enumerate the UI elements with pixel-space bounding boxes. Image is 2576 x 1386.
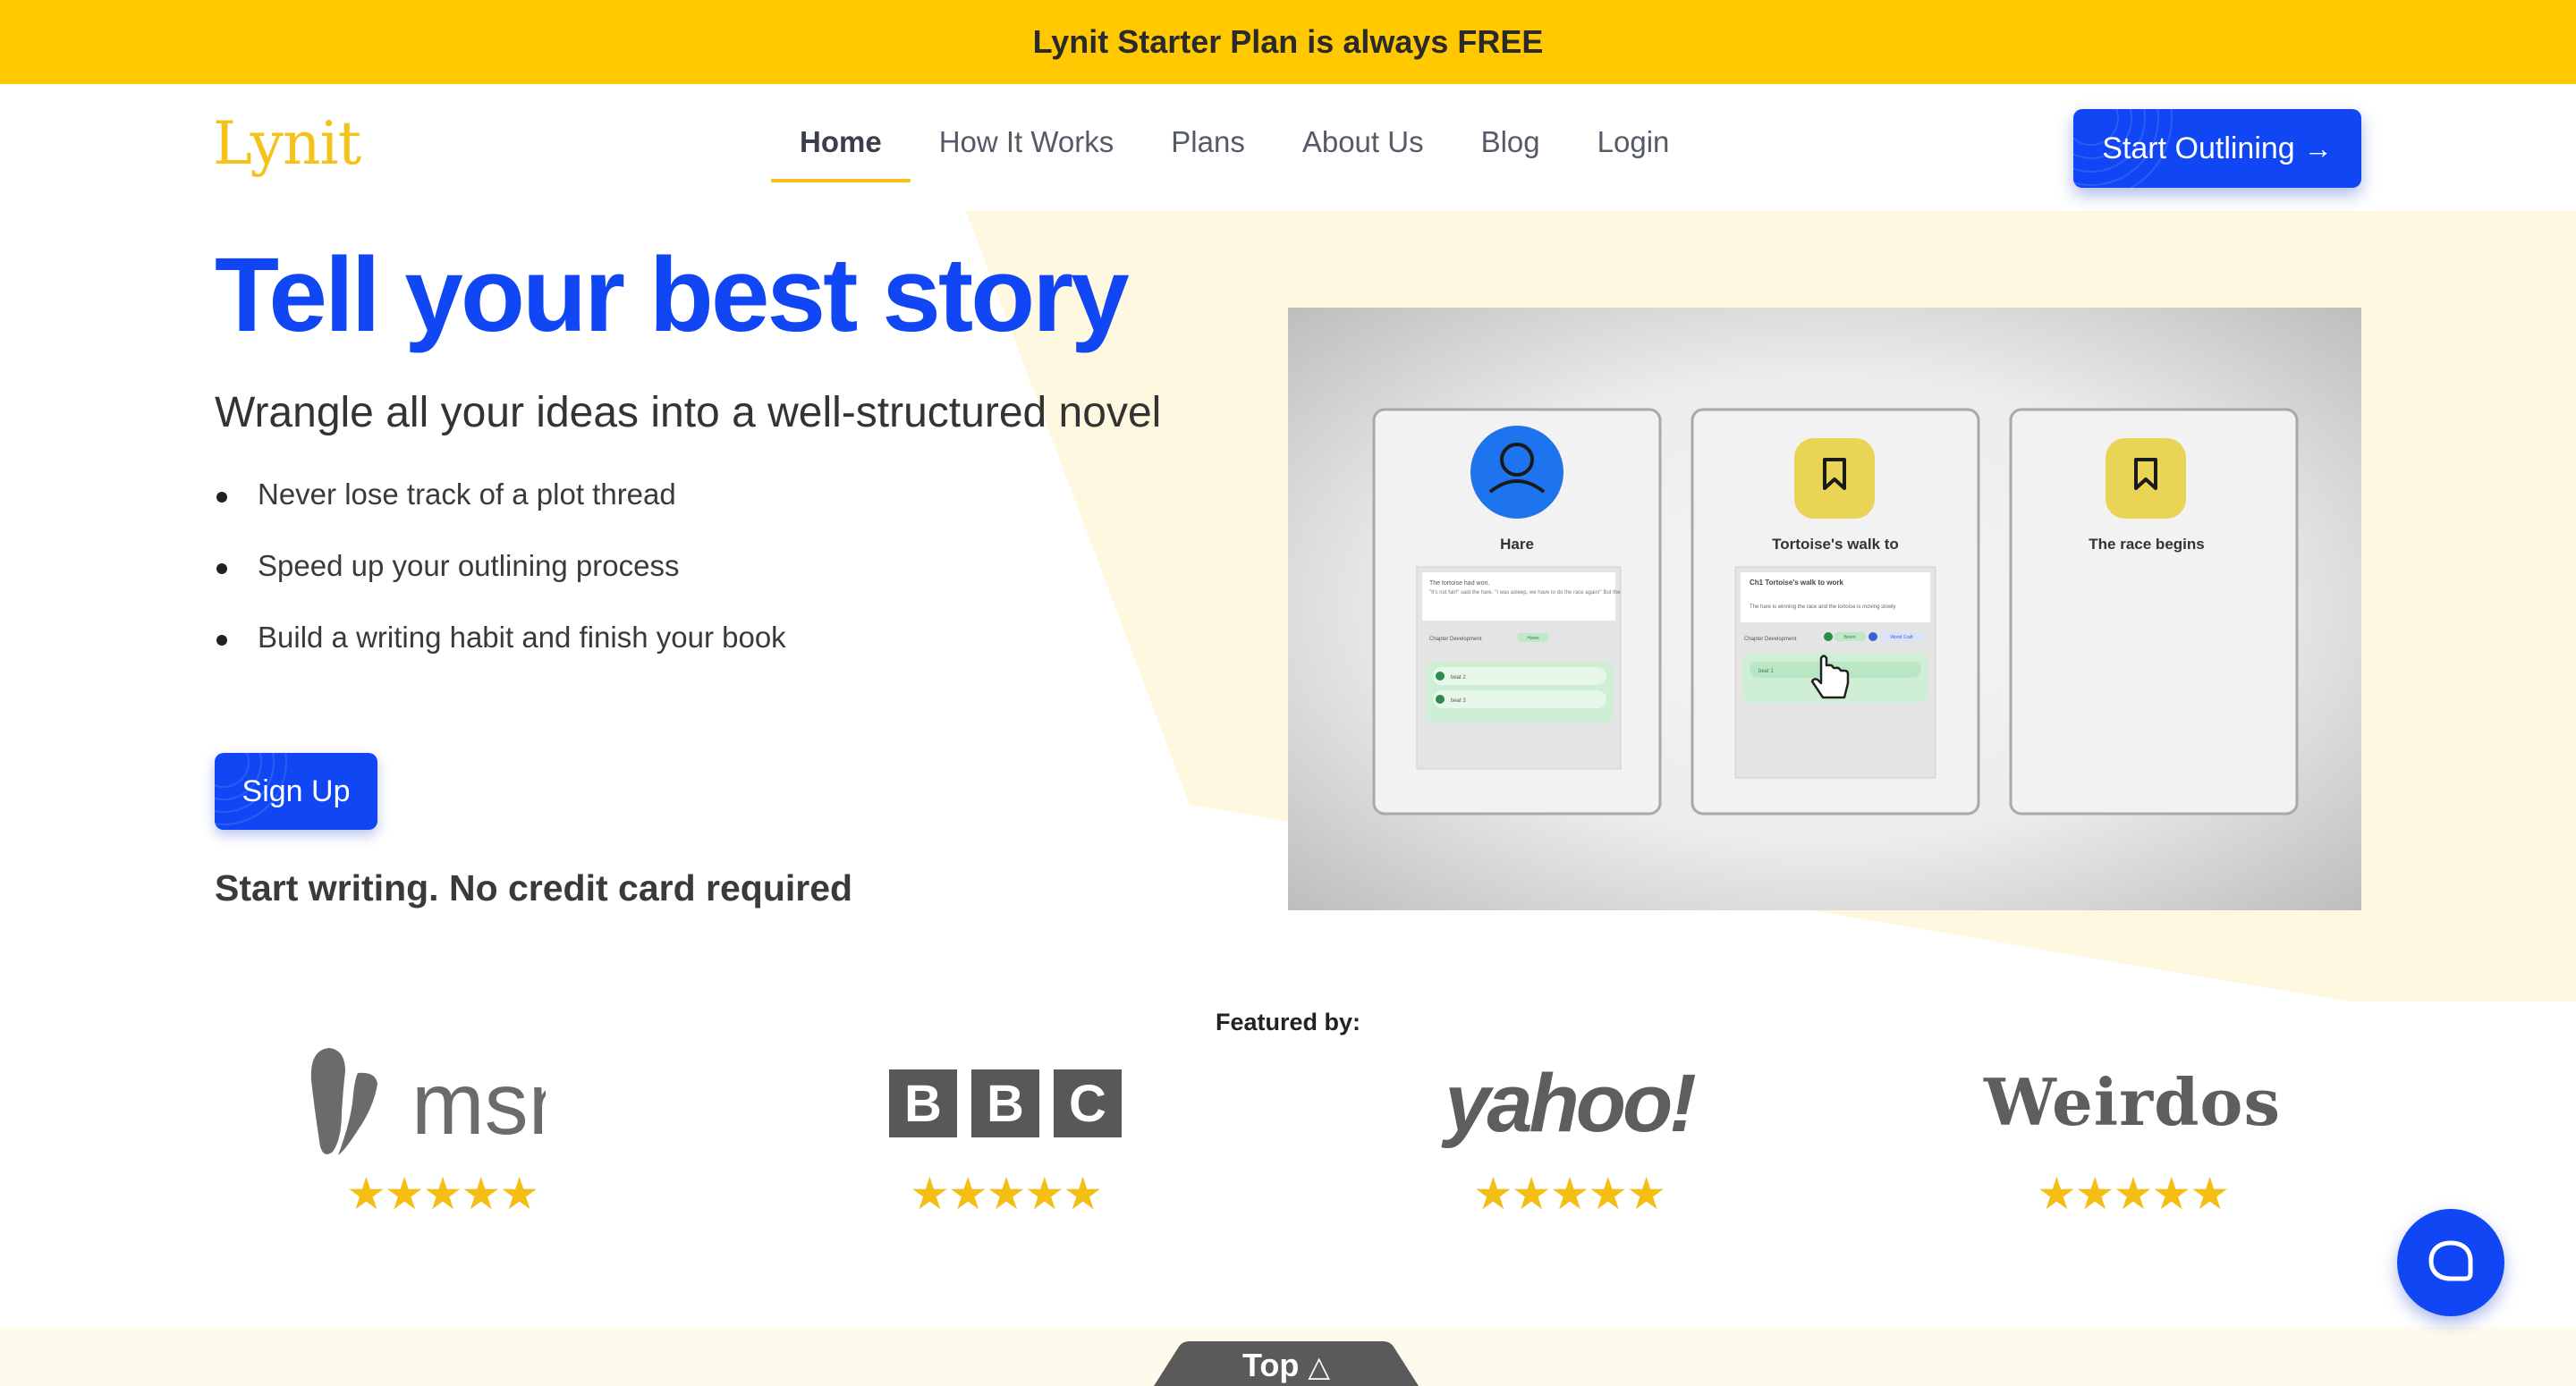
svg-text:Chapter Development: Chapter Development: [1429, 637, 1482, 642]
bbc-letter: C: [1054, 1069, 1122, 1137]
nav-how-it-works[interactable]: How It Works: [911, 109, 1143, 182]
rating-stars: ★★★★★: [1472, 1169, 1666, 1219]
chat-widget-button[interactable]: [2397, 1209, 2504, 1316]
msn-butterfly-icon: [310, 1048, 377, 1155]
svg-text:beat 1: beat 1: [1758, 669, 1774, 674]
svg-text:Boom: Boom: [1843, 635, 1855, 640]
rating-stars: ★★★★★: [2036, 1169, 2230, 1219]
bullet-icon: [216, 492, 227, 503]
svg-text:Chapter Development: Chapter Development: [1744, 637, 1797, 642]
bbc-letter: B: [889, 1069, 957, 1137]
demo-video[interactable]: Hare The tortoise had won. "It's not fai…: [1288, 308, 2361, 910]
no-credit-card-note: Start writing. No credit card required: [215, 867, 853, 909]
svg-text:World Craft: World Craft: [1890, 635, 1913, 640]
svg-text:"It's not fair!" said the hare: "It's not fair!" said the hare. "I was a…: [1429, 590, 1621, 596]
back-to-top-button[interactable]: Top △: [1154, 1341, 1419, 1386]
svg-text:Hares: Hares: [1527, 636, 1539, 641]
sign-up-button[interactable]: Sign Up: [215, 753, 377, 830]
nav-login[interactable]: Login: [1569, 109, 1699, 182]
hero-subtitle: Wrangle all your ideas into a well-struc…: [215, 389, 1162, 436]
start-outlining-button[interactable]: Start Outlining →: [2073, 109, 2361, 188]
yahoo-logo: yahoo!: [1445, 1058, 1697, 1149]
nav-plans[interactable]: Plans: [1142, 109, 1274, 182]
rating-stars: ★★★★★: [909, 1169, 1103, 1219]
press-weirdos[interactable]: Weirdos ★★★★★: [1953, 1037, 2311, 1225]
press-yahoo[interactable]: yahoo! ★★★★★: [1390, 1037, 1748, 1225]
feature-item: Never lose track of a plot thread: [215, 477, 786, 549]
feature-text: Speed up your outlining process: [258, 549, 680, 582]
sign-up-label: Sign Up: [242, 773, 351, 808]
triangle-up-icon: △: [1308, 1350, 1330, 1382]
announcement-bar: Lynit Starter Plan is always FREE: [0, 0, 2576, 84]
bullet-icon: [216, 563, 227, 574]
svg-text:The hare is winning the race a: The hare is winning the race and the tor…: [1750, 604, 1895, 610]
feature-item: Build a writing habit and finish your bo…: [215, 621, 786, 692]
weirdos-logo: Weirdos: [1984, 1064, 2281, 1140]
hero-title: Tell your best story: [215, 236, 1130, 354]
chat-icon: [2428, 1240, 2473, 1281]
start-outlining-label: Start Outlining: [2102, 131, 2295, 165]
msn-logo: msn: [411, 1064, 546, 1153]
nav-home[interactable]: Home: [771, 109, 911, 182]
feature-item: Speed up your outlining process: [215, 549, 786, 621]
featured-by-label: Featured by:: [1215, 1009, 1361, 1035]
nav-blog[interactable]: Blog: [1453, 109, 1569, 182]
svg-text:msn: msn: [411, 1064, 546, 1153]
card-title: Tortoise's walk to: [1772, 536, 1899, 553]
bbc-letter: B: [971, 1069, 1039, 1137]
announcement-text: Lynit Starter Plan is always FREE: [1032, 23, 1544, 60]
svg-text:The tortoise had won.: The tortoise had won.: [1429, 580, 1489, 587]
feature-list: Never lose track of a plot thread Speed …: [215, 477, 786, 692]
card-title: The race begins: [2089, 536, 2204, 553]
main-nav: Home How It Works Plans About Us Blog Lo…: [771, 109, 1698, 182]
card-title: Hare: [1500, 536, 1534, 553]
feature-text: Build a writing habit and finish your bo…: [258, 621, 786, 654]
press-msn[interactable]: msn msn ★★★★★: [263, 1037, 621, 1225]
logo[interactable]: Lynit: [213, 109, 361, 178]
arrow-right-icon: →: [2303, 131, 2333, 165]
top-label: Top △: [1242, 1347, 1330, 1383]
svg-text:Ch1 Tortoise's walk to work: Ch1 Tortoise's walk to work: [1750, 579, 1843, 587]
feature-text: Never lose track of a plot thread: [258, 477, 676, 511]
demo-illustration: Hare The tortoise had won. "It's not fai…: [1372, 408, 2299, 816]
nav-about-us[interactable]: About Us: [1274, 109, 1453, 182]
rating-stars: ★★★★★: [345, 1169, 539, 1219]
press-bbc[interactable]: B B C ★★★★★: [826, 1037, 1184, 1225]
svg-text:beat 2: beat 2: [1451, 675, 1466, 680]
bullet-icon: [216, 635, 227, 646]
person-icon: [1470, 426, 1563, 519]
svg-text:beat 3: beat 3: [1451, 698, 1466, 704]
